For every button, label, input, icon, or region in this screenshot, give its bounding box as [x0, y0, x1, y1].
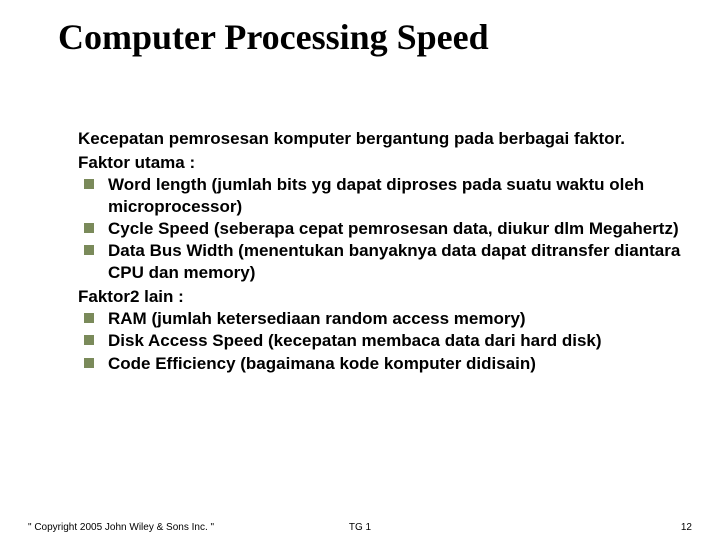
footer-center: TG 1 [0, 522, 720, 533]
list-item: Word length (jumlah bits yg dapat dipros… [78, 174, 688, 218]
footer-page-number: 12 [681, 522, 692, 533]
list-item: Cycle Speed (seberapa cepat pemrosesan d… [78, 218, 688, 240]
section2-list: RAM (jumlah ketersediaan random access m… [78, 308, 688, 374]
list-item: Code Efficiency (bagaimana kode komputer… [78, 353, 688, 375]
list-item: RAM (jumlah ketersediaan random access m… [78, 308, 688, 330]
section1-label: Faktor utama : [78, 152, 688, 174]
list-item: Disk Access Speed (kecepatan membaca dat… [78, 330, 688, 352]
intro-text: Kecepatan pemrosesan komputer bergantung… [78, 128, 688, 150]
section2-label: Faktor2 lain : [78, 286, 688, 308]
slide: Computer Processing Speed Kecepatan pemr… [0, 0, 720, 375]
slide-title: Computer Processing Speed [58, 18, 688, 58]
list-item: Data Bus Width (menentukan banyaknya dat… [78, 240, 688, 284]
body-content: Kecepatan pemrosesan komputer bergantung… [58, 128, 688, 375]
section1-list: Word length (jumlah bits yg dapat dipros… [78, 174, 688, 284]
